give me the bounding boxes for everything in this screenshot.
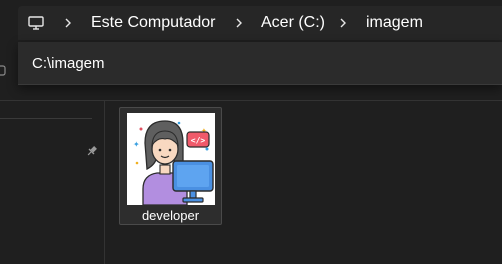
address-value[interactable]: C:\imagem [32,55,105,72]
file-item[interactable]: ✦ ✦ </> developer [119,107,222,225]
developer-illustration-icon: ✦ ✦ </> [127,113,215,205]
pc-icon[interactable] [28,15,44,31]
address-input[interactable]: C:\imagem [18,42,502,85]
navigation-pane[interactable] [0,101,105,264]
partial-icon [0,65,6,76]
breadcrumb-item-acer-c[interactable]: Acer (C:) [261,14,325,32]
chevron-right-icon[interactable] [338,15,348,31]
nav-divider [0,118,92,119]
breadcrumb-item-este-computador[interactable]: Este Computador [91,14,216,32]
breadcrumb-item-imagem[interactable]: imagem [366,14,423,32]
file-name[interactable]: developer [120,208,221,223]
breadcrumb[interactable]: Este Computador Acer (C:) imagem [18,6,502,40]
svg-text:✦: ✦ [133,140,140,149]
chevron-right-icon[interactable] [234,15,244,31]
pin-icon[interactable] [86,145,98,157]
svg-text:</>: </> [191,136,206,145]
chevron-right-icon[interactable] [63,15,73,31]
file-explorer-window: Este Computador Acer (C:) imagem C:\imag… [0,0,502,264]
